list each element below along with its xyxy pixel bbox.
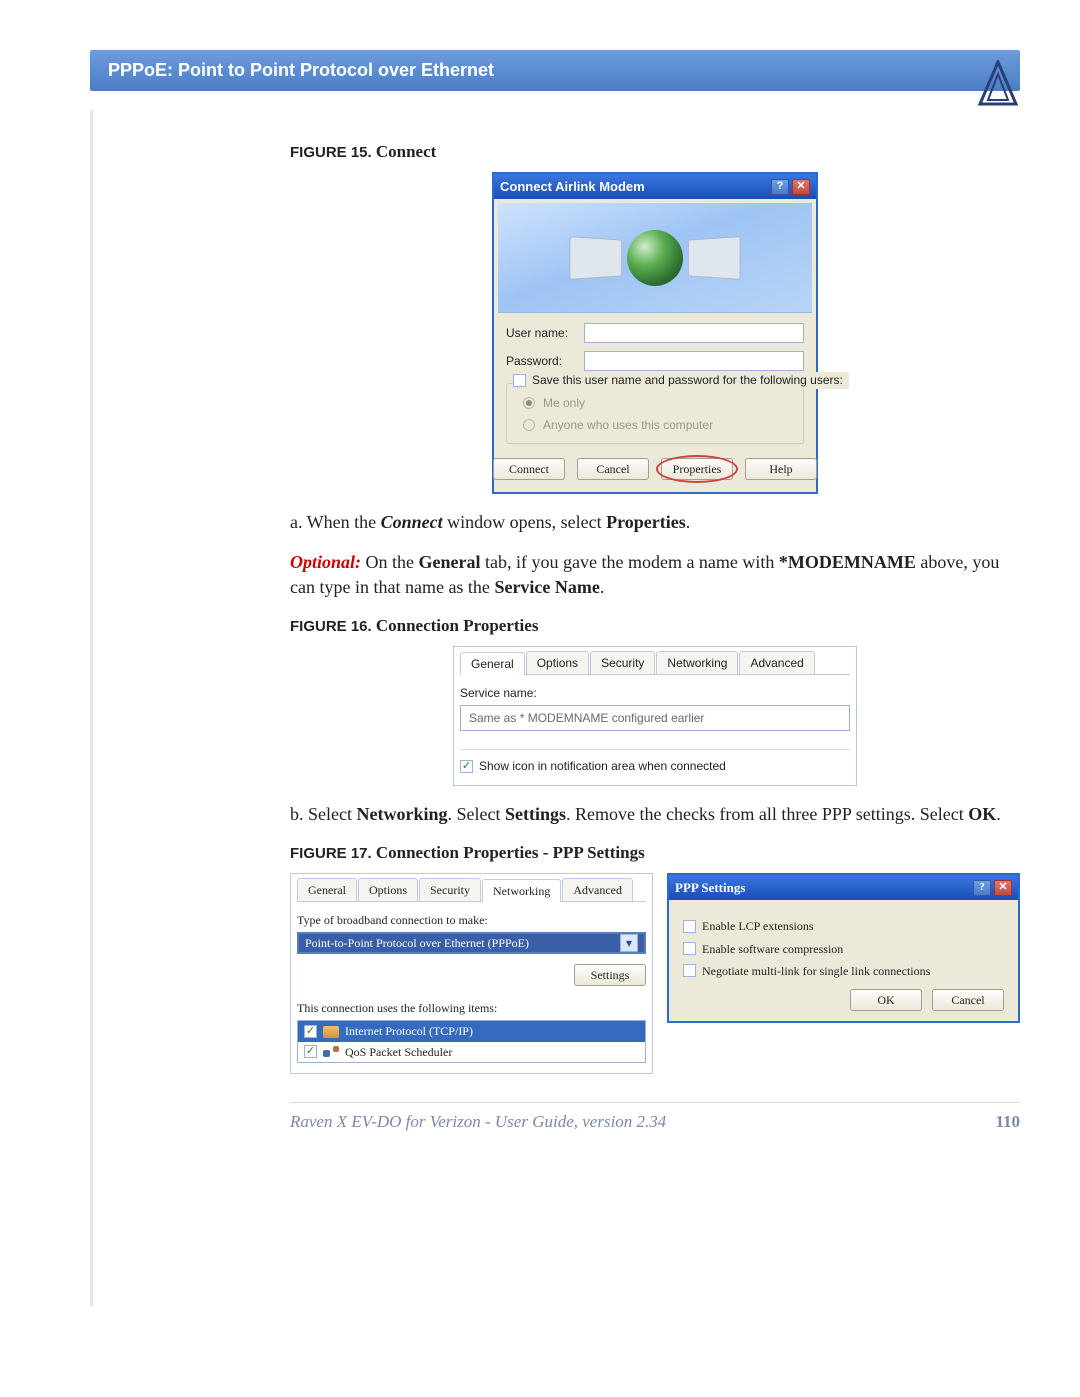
connection-items-label: This connection uses the following items… — [297, 1000, 646, 1016]
figure-15: Connect Airlink Modem ? ✕ User name: — [290, 172, 1020, 494]
multilink-label: Negotiate multi-link for single link con… — [702, 963, 930, 979]
list-item[interactable]: ✓ Internet Protocol (TCP/IP) — [298, 1021, 645, 1041]
save-credentials-checkbox[interactable] — [513, 374, 526, 387]
optional-text: Optional: On the General tab, if you gav… — [290, 550, 1020, 599]
show-icon-checkbox[interactable]: ✓ — [460, 760, 473, 773]
help-button[interactable]: Help — [745, 458, 817, 480]
lcp-extensions-checkbox[interactable] — [683, 920, 696, 933]
tab-security[interactable]: Security — [419, 878, 481, 901]
step-a-text: a. When the Connect window opens, select… — [290, 510, 1020, 534]
ppp-settings-titlebar: PPP Settings ? ✕ — [669, 875, 1018, 901]
save-credentials-group: Save this user name and password for the… — [506, 383, 804, 444]
username-label: User name: — [506, 325, 576, 341]
connection-items-list: ✓ Internet Protocol (TCP/IP) ✓ QoS Packe… — [297, 1020, 646, 1062]
item-checkbox[interactable]: ✓ — [304, 1025, 317, 1038]
anyone-radio[interactable] — [523, 419, 535, 431]
tab-options[interactable]: Options — [526, 651, 589, 674]
cancel-button[interactable]: Cancel — [577, 458, 649, 480]
settings-button[interactable]: Settings — [574, 964, 646, 986]
me-only-radio[interactable] — [523, 397, 535, 409]
software-compression-label: Enable software compression — [702, 941, 843, 957]
globe-icon — [627, 230, 683, 286]
protocol-icon — [323, 1026, 339, 1038]
tab-general[interactable]: General — [297, 878, 357, 901]
page-header: PPPoE: Point to Point Protocol over Ethe… — [90, 50, 1020, 91]
connect-dialog-title: Connect Airlink Modem — [500, 178, 645, 196]
multilink-checkbox[interactable] — [683, 964, 696, 977]
step-b-text: b. Select Networking. Select Settings. R… — [290, 802, 1020, 826]
properties-general-dialog: General Options Security Networking Adva… — [453, 646, 857, 786]
page-footer: Raven X EV-DO for Verizon - User Guide, … — [290, 1111, 1020, 1134]
qos-icon — [323, 1046, 339, 1058]
page-root: PPPoE: Point to Point Protocol over Ethe… — [0, 0, 1080, 1397]
lcp-extensions-label: Enable LCP extensions — [702, 918, 814, 934]
save-credentials-label: Save this user name and password for the… — [532, 372, 843, 388]
footer-divider — [290, 1102, 1020, 1103]
username-input[interactable] — [584, 323, 804, 343]
connect-dialog-titlebar: Connect Airlink Modem ? ✕ — [494, 174, 816, 200]
service-name-label: Service name: — [460, 685, 850, 701]
broadband-type-label: Type of broadband connection to make: — [297, 912, 646, 928]
brand-logo — [976, 60, 1020, 111]
laptop-icon — [688, 236, 741, 280]
ppp-settings-dialog: PPP Settings ? ✕ Enable LCP extensions E… — [667, 873, 1020, 1023]
title-close-button[interactable]: ✕ — [994, 880, 1012, 896]
tab-networking[interactable]: Networking — [482, 879, 561, 902]
tab-security[interactable]: Security — [590, 651, 655, 674]
properties-networking-dialog: General Options Security Networking Adva… — [290, 873, 653, 1074]
anyone-label: Anyone who uses this computer — [543, 417, 713, 433]
list-item[interactable]: ✓ QoS Packet Scheduler — [298, 1042, 645, 1062]
figure-17-caption: FIGURE 17. Connection Properties - PPP S… — [290, 842, 1020, 865]
item-checkbox[interactable]: ✓ — [304, 1045, 317, 1058]
tab-networking[interactable]: Networking — [656, 651, 738, 674]
service-name-input[interactable]: Same as * MODEMNAME configured earlier — [460, 705, 850, 731]
laptop-icon — [569, 236, 622, 280]
password-input[interactable] — [584, 351, 804, 371]
tab-general[interactable]: General — [460, 652, 525, 675]
tab-options[interactable]: Options — [358, 878, 418, 901]
ppp-settings-title: PPP Settings — [675, 879, 745, 897]
connection-artwork — [498, 203, 812, 313]
header-title: PPPoE: Point to Point Protocol over Ethe… — [108, 60, 494, 80]
ok-button[interactable]: OK — [850, 989, 922, 1011]
password-label: Password: — [506, 353, 576, 369]
figure-16-caption: FIGURE 16. Connection Properties — [290, 615, 1020, 638]
page-number: 110 — [995, 1111, 1020, 1134]
broadband-type-dropdown[interactable]: Point-to-Point Protocol over Ethernet (P… — [297, 932, 646, 954]
tab-advanced[interactable]: Advanced — [562, 878, 633, 901]
show-icon-label: Show icon in notification area when conn… — [479, 758, 726, 774]
page-content: FIGURE 15. Connect Connect Airlink Modem… — [290, 95, 1020, 1134]
figure-17: General Options Security Networking Adva… — [290, 873, 1020, 1074]
title-close-button[interactable]: ✕ — [792, 179, 810, 195]
connect-dialog: Connect Airlink Modem ? ✕ User name: — [492, 172, 818, 494]
figure-16: General Options Security Networking Adva… — [290, 646, 1020, 786]
title-help-button[interactable]: ? — [973, 880, 991, 896]
properties-button[interactable]: Properties — [661, 458, 733, 480]
figure-15-caption: FIGURE 15. Connect — [290, 141, 1020, 164]
software-compression-checkbox[interactable] — [683, 942, 696, 955]
chevron-down-icon: ▾ — [620, 934, 638, 952]
tab-advanced[interactable]: Advanced — [739, 651, 814, 674]
footer-doc-title: Raven X EV-DO for Verizon - User Guide, … — [290, 1111, 666, 1134]
title-help-button[interactable]: ? — [771, 179, 789, 195]
cancel-button[interactable]: Cancel — [932, 989, 1004, 1011]
side-accent — [90, 110, 93, 1307]
connect-button[interactable]: Connect — [493, 458, 565, 480]
me-only-label: Me only — [543, 395, 585, 411]
